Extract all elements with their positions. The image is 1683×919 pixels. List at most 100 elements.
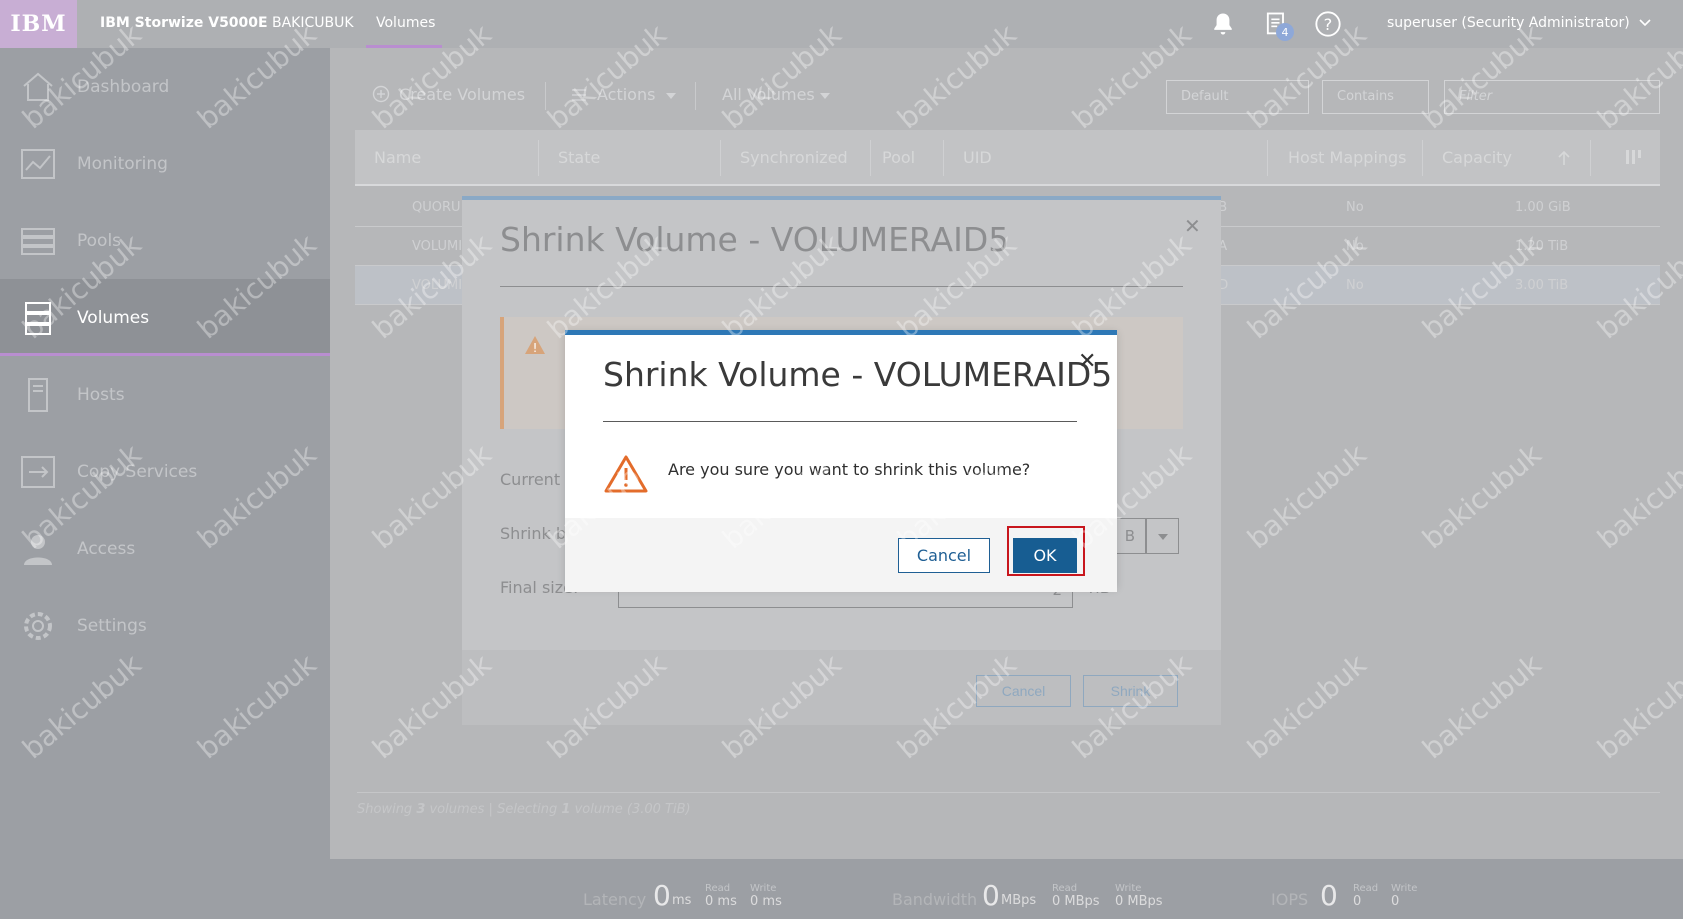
- latency-read-label: Read: [705, 883, 731, 894]
- shrink-button[interactable]: Shrink: [1083, 675, 1178, 707]
- volumes-icon: [25, 301, 51, 335]
- confirm-message: Are you sure you want to shrink this vol…: [668, 460, 1031, 479]
- column-divider: [720, 140, 721, 176]
- close-icon[interactable]: ✕: [1078, 349, 1096, 374]
- table-header: Name State Synchronized Pool UID Host Ma…: [355, 130, 1660, 186]
- shrink-unit-value: B: [1124, 527, 1135, 545]
- column-divider: [943, 140, 944, 176]
- sidebar-item-dashboard[interactable]: Dashboard: [0, 48, 330, 125]
- caret-down-icon: [1158, 534, 1168, 540]
- cancel-button[interactable]: Cancel: [976, 675, 1071, 707]
- column-chooser-icon[interactable]: [1625, 148, 1643, 166]
- iops-label: IOPS: [1271, 890, 1309, 909]
- monitoring-icon: [21, 148, 55, 179]
- toolbar-divider: [695, 82, 696, 110]
- chevron-down-icon[interactable]: [1638, 16, 1652, 30]
- iops-read-label: Read: [1353, 883, 1379, 894]
- latency-unit: ms: [672, 893, 692, 908]
- caret-down-icon: [820, 93, 830, 99]
- sidebar-item-label: Copy Services: [77, 461, 198, 482]
- bandwidth-read-label: Read: [1052, 883, 1078, 894]
- sidebar-item-access[interactable]: Access: [0, 510, 330, 587]
- sort-ascending-icon[interactable]: [1557, 150, 1571, 166]
- actions-menu[interactable]: Actions: [597, 85, 655, 104]
- latency-write: 0 ms: [750, 894, 782, 909]
- hosts-icon: [28, 377, 48, 412]
- settings-icon: [24, 611, 52, 640]
- sidebar-item-label: Volumes: [77, 307, 150, 328]
- sidebar-item-hosts[interactable]: Hosts: [0, 356, 330, 433]
- sidebar-item-label: Hosts: [77, 384, 125, 405]
- bandwidth-unit: MBps: [1001, 893, 1037, 908]
- cell-capacity: 1.20 TiB: [1515, 239, 1569, 254]
- cell-host-mappings: No: [1346, 278, 1364, 293]
- column-divider: [870, 140, 871, 176]
- column-divider: [1267, 140, 1268, 176]
- sidebar-item-copy-services[interactable]: Copy Services: [0, 433, 330, 510]
- dialog-divider: [603, 421, 1077, 422]
- latency-label: Latency: [583, 890, 647, 909]
- bandwidth-write-label: Write: [1115, 883, 1142, 894]
- copy-services-icon: [21, 455, 55, 488]
- ibm-logo[interactable]: IBM: [0, 0, 77, 48]
- create-volumes-button[interactable]: Create Volumes: [399, 85, 525, 104]
- sidebar-item-pools[interactable]: Pools: [0, 202, 330, 279]
- iops-write-label: Write: [1391, 883, 1418, 894]
- toolbar-divider: [545, 82, 546, 110]
- system-name[interactable]: BAKICUBUK: [272, 15, 354, 31]
- product-name: IBM Storwize V5000E: [100, 15, 268, 31]
- latency-write-label: Write: [750, 883, 777, 894]
- cell-capacity: 1.00 GiB: [1515, 200, 1571, 215]
- sidebar: Dashboard Monitoring Pools Volumes Hosts…: [0, 48, 330, 919]
- svg-text:!: !: [533, 341, 538, 355]
- pools-icon: [21, 227, 55, 255]
- all-volumes-filter[interactable]: All Volumes: [722, 85, 815, 104]
- shrink-unit-dropdown[interactable]: [1146, 518, 1179, 554]
- sidebar-item-settings[interactable]: Settings: [0, 587, 330, 664]
- column-pool[interactable]: Pool: [882, 148, 915, 167]
- cell-name: VOLUMI: [412, 278, 463, 293]
- column-state[interactable]: State: [558, 148, 600, 167]
- bandwidth-write: 0 MBps: [1115, 894, 1163, 909]
- column-name[interactable]: Name: [374, 148, 421, 167]
- bell-icon[interactable]: [1209, 10, 1237, 38]
- dialog-footer: Cancel Shrink: [462, 650, 1221, 725]
- sidebar-item-label: Settings: [77, 615, 147, 636]
- close-icon[interactable]: ✕: [1184, 214, 1201, 238]
- column-capacity[interactable]: Capacity: [1442, 148, 1512, 167]
- column-divider: [1422, 140, 1423, 176]
- bandwidth-value: 0: [982, 879, 1000, 912]
- column-divider: [538, 140, 539, 176]
- iops-value: 0: [1320, 879, 1338, 912]
- user-menu[interactable]: superuser (Security Administrator): [1387, 15, 1630, 31]
- column-synchronized[interactable]: Synchronized: [740, 148, 848, 167]
- sidebar-item-label: Monitoring: [77, 153, 168, 174]
- sidebar-item-label: Dashboard: [77, 76, 170, 97]
- default-view-select[interactable]: Default: [1166, 80, 1309, 114]
- column-uid[interactable]: UID: [963, 148, 992, 167]
- help-icon[interactable]: ?: [1314, 10, 1342, 38]
- bandwidth-read: 0 MBps: [1052, 894, 1100, 909]
- warning-icon: [604, 455, 648, 493]
- tasks-count-badge: 4: [1276, 23, 1294, 41]
- cell-host-mappings: No: [1346, 200, 1364, 215]
- plus-circle-icon: [372, 85, 390, 103]
- default-view-value: Default: [1181, 89, 1229, 104]
- dialog-title: Shrink Volume - VOLUMERAID5: [500, 220, 1010, 259]
- sidebar-item-monitoring[interactable]: Monitoring: [0, 125, 330, 202]
- access-icon: [24, 534, 52, 565]
- list-icon: [572, 89, 586, 101]
- sidebar-item-label: Access: [77, 538, 136, 559]
- sidebar-item-volumes[interactable]: Volumes: [0, 279, 330, 356]
- cancel-button[interactable]: Cancel: [898, 538, 990, 573]
- contains-select[interactable]: Contains: [1322, 80, 1429, 114]
- column-host-mappings[interactable]: Host Mappings: [1288, 148, 1407, 167]
- home-icon: [23, 72, 53, 101]
- breadcrumb-page[interactable]: Volumes: [376, 15, 435, 31]
- filter-input[interactable]: Filter: [1444, 80, 1660, 114]
- iops-read: 0: [1353, 894, 1362, 909]
- dialog-title: Shrink Volume - VOLUMERAID5: [603, 355, 1113, 394]
- contains-value: Contains: [1337, 89, 1394, 104]
- filter-placeholder: Filter: [1459, 89, 1493, 104]
- table-status: Showing 3 volumes | Selecting 1 volume (…: [357, 802, 691, 817]
